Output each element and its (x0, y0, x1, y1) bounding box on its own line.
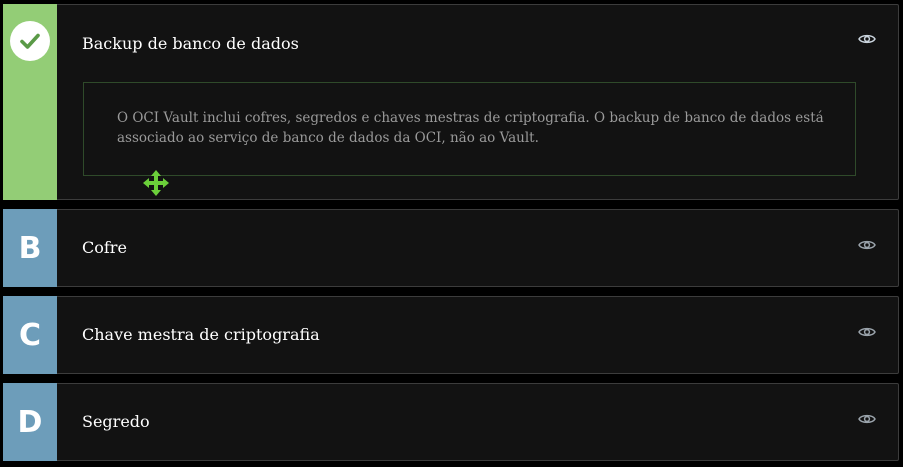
correct-badge (3, 4, 57, 200)
check-icon (10, 21, 50, 61)
eye-icon[interactable] (858, 413, 876, 425)
answer-option-c[interactable]: C Chave mestra de criptografia (3, 296, 899, 374)
option-label: Backup de banco de dados (82, 34, 299, 53)
option-letter-badge: B (3, 209, 57, 287)
answer-option-a[interactable]: Backup de banco de dados O OCI Vault inc… (3, 4, 899, 200)
eye-icon[interactable] (858, 239, 876, 251)
option-label: Cofre (82, 238, 127, 257)
option-letter-badge: C (3, 296, 57, 374)
answer-option-d[interactable]: D Segredo (3, 383, 899, 461)
option-letter: B (18, 230, 42, 266)
explanation-panel: O OCI Vault inclui cofres, segredos e ch… (83, 82, 856, 176)
option-letter-badge: D (3, 383, 57, 461)
option-letter: D (17, 404, 43, 440)
eye-icon[interactable] (858, 33, 876, 45)
option-label: Chave mestra de criptografia (82, 325, 320, 344)
option-letter: C (18, 317, 42, 353)
eye-icon[interactable] (858, 326, 876, 338)
answer-option-b[interactable]: B Cofre (3, 209, 899, 287)
option-label: Segredo (82, 412, 150, 431)
move-icon[interactable] (142, 169, 170, 197)
